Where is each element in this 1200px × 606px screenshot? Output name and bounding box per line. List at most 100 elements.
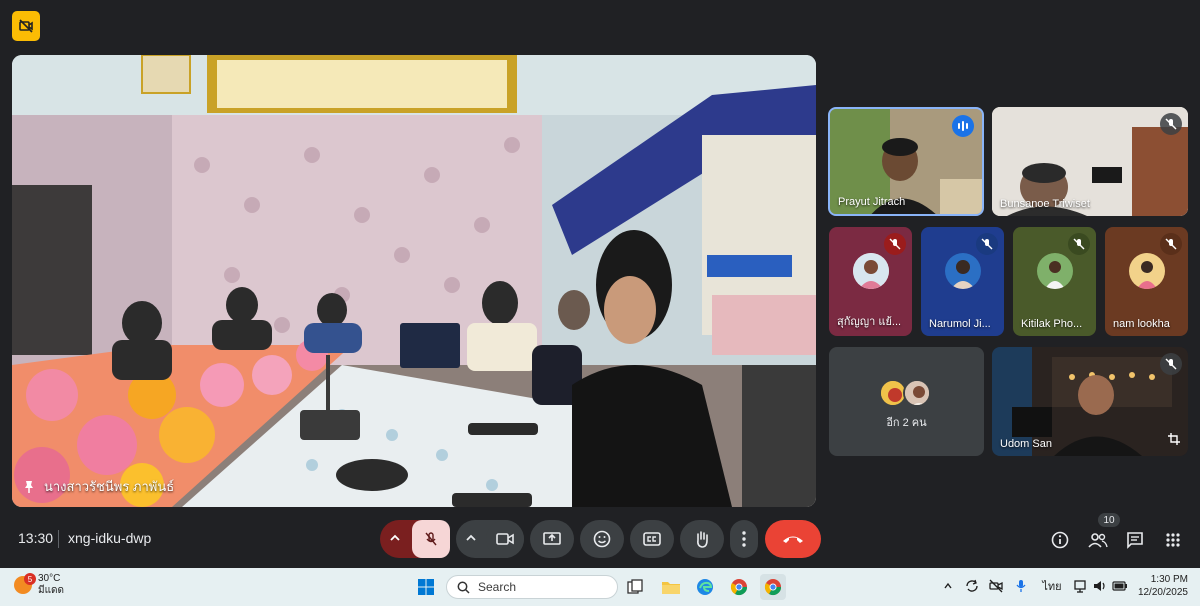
chat-button[interactable] [1119,524,1151,556]
camera-toggle-button[interactable] [486,520,524,558]
search-icon [457,581,470,594]
participant-name: Bunsanoe Triwiset [1000,198,1090,210]
avatar [944,252,981,289]
participant-tile-udom[interactable]: Udom San [992,347,1188,456]
pin-icon[interactable] [22,480,36,494]
weather-widget[interactable]: 5 30°C มีแดด [14,573,64,597]
participant-name: สุกัญญา แย้... [837,316,902,328]
mic-off-icon [1160,113,1182,135]
main-speaker-tile[interactable]: นางสาวรัชนีพร ภาพันธ์ [12,55,816,507]
camera-off-icon [989,579,1003,593]
volume-tray-icon[interactable] [1090,576,1110,596]
avatar [1036,252,1073,289]
mic-off-icon [425,532,437,546]
folder-icon [662,582,680,594]
chrome-profile-button[interactable] [760,574,786,600]
main-speaker-label: นางสาวรัชนีพร ภาพันธ์ [22,476,174,497]
weather-desc: มีแดด [38,585,65,596]
more-options-button[interactable] [730,520,758,558]
windows-taskbar: 5 30°C มีแดด Search ไทย 1:30 PM 12/20/20… [0,568,1200,606]
raise-hand-button[interactable] [680,520,724,558]
emoji-icon [593,530,611,548]
divider [58,530,59,548]
info-icon [1051,531,1069,549]
avatar [852,252,889,289]
participant-tile-more[interactable]: อีก 2 คน [829,347,984,456]
participant-name: Narumol Ji... [929,318,991,330]
microphone-tray-icon[interactable] [1011,576,1031,596]
task-view-icon [627,579,643,594]
clock-date: 12/20/2025 [1137,587,1188,598]
end-call-button[interactable] [765,520,821,558]
meeting-time: 13:30 [18,530,54,546]
weather-badge: 5 [24,573,36,585]
speaking-indicator [952,115,974,137]
camera-control-group [456,520,524,558]
system-clock[interactable]: 1:30 PM 12/20/2025 [1136,573,1188,599]
task-view-button[interactable] [622,574,648,600]
chevron-up-icon [466,534,476,541]
chevron-up-icon [390,534,400,541]
network-tray-icon[interactable] [1070,576,1090,596]
meeting-info-button[interactable] [1044,524,1076,556]
more-vert-icon [742,531,746,547]
tray-overflow-button[interactable] [938,576,958,596]
edge-icon [697,579,713,595]
meeting-code: xng-idku-dwp [68,530,152,546]
input-language[interactable]: ไทย [1040,576,1064,596]
battery-icon [1112,581,1127,591]
participant-tile-sukanya[interactable]: สุกัญญา แย้... [829,227,912,336]
mic-options-button[interactable] [388,531,402,550]
edge-browser-button[interactable] [692,574,718,600]
battery-tray-icon[interactable] [1110,576,1130,596]
participant-name: Prayut Jitrach [838,196,906,208]
camera-off-icon [19,19,33,33]
windows-logo-icon [418,579,434,595]
camera-options-button[interactable] [464,531,478,550]
present-screen-icon [543,532,561,545]
mic-control-group [380,520,450,558]
speaker-icon [1094,581,1105,591]
file-explorer-button[interactable] [658,574,684,600]
reactions-button[interactable] [580,520,624,558]
sync-tray-icon[interactable] [962,576,982,596]
clock-time: 1:30 PM [1150,574,1188,585]
participant-name: nam lookha [1113,318,1170,330]
mic-off-icon [976,233,998,255]
sun-icon: 5 [14,573,36,594]
taskbar-search[interactable]: Search [446,575,618,599]
recording-indicator[interactable] [12,11,40,41]
chrome-button[interactable] [726,574,752,600]
activities-button[interactable] [1157,524,1189,556]
mic-off-icon [1160,353,1182,375]
participant-tile-prayut[interactable]: Prayut Jitrach [828,107,984,216]
participant-tile-narumol[interactable]: Narumol Ji... [921,227,1004,336]
chrome-icon [764,579,782,596]
apps-grid-icon [1166,533,1180,547]
participant-tile-kitilak[interactable]: Kitilak Pho... [1013,227,1096,336]
captions-button[interactable] [630,520,674,558]
captions-icon [643,532,661,546]
avatar [903,379,931,407]
control-bar: 13:30 xng-idku-dwp [0,512,1200,568]
mic-toggle-button[interactable] [412,520,450,558]
chrome-icon [730,579,748,596]
weather-temp: 30°C [38,573,61,584]
crop-icon[interactable] [1168,432,1180,450]
people-icon [1088,533,1108,548]
people-button[interactable] [1082,524,1114,556]
participant-tile-bunsanoe[interactable]: Bunsanoe Triwiset [992,107,1188,216]
participant-tile-nam[interactable]: nam lookha [1105,227,1188,336]
main-speaker-name: นางสาวรัชนีพร ภาพันธ์ [44,479,175,494]
camera-icon [496,533,514,545]
chevron-up-icon [944,582,952,589]
avatar [1128,252,1165,289]
mic-off-icon [1160,233,1182,255]
camera-privacy-tray-icon[interactable] [986,576,1006,596]
network-icon [1074,580,1086,593]
start-button[interactable] [413,574,439,600]
people-count-badge: 10 [1098,513,1120,527]
chat-icon [1127,532,1143,549]
participant-name: Kitilak Pho... [1021,318,1083,330]
present-button[interactable] [530,520,574,558]
